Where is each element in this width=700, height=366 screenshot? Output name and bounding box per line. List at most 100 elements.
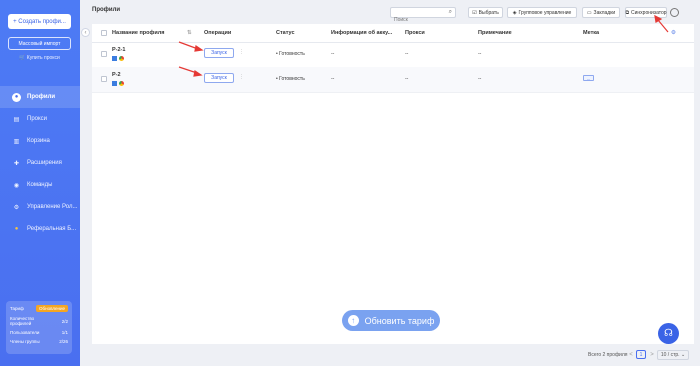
- chrome-icon: [119, 56, 124, 61]
- group-management-button[interactable]: ◈ Групповое управление: [507, 7, 577, 18]
- sidebar-item-label: Профили: [27, 94, 56, 100]
- sidebar-item-label: Расширения: [27, 160, 62, 166]
- bookmark-icon: ▭: [586, 9, 592, 16]
- chevron-down-icon: ⌄: [680, 352, 686, 358]
- extensions-icon: ✚: [13, 160, 20, 167]
- page-title: Профили: [92, 7, 121, 13]
- profiles-table: Название профиля ⇅ Операции Статус Инфор…: [92, 24, 694, 344]
- chrome-icon: [119, 81, 124, 86]
- plan-row-value: 1/1: [61, 330, 68, 335]
- account-info: --: [331, 51, 335, 57]
- select-all-checkbox[interactable]: [101, 30, 107, 36]
- upgrade-badge[interactable]: Обновление: [36, 305, 68, 312]
- sidebar-item-trash[interactable]: ▥ Корзина: [0, 130, 80, 152]
- buy-proxy-link[interactable]: 🛒 Купить прокси: [8, 55, 71, 61]
- table-row[interactable]: P-2 Запуск ⋮ • Готовность -- -- -- --: [92, 67, 694, 93]
- windows-icon: [112, 81, 117, 86]
- sidebar-nav: ● Профили ▤ Прокси ▥ Корзина ✚ Расширени…: [0, 86, 80, 240]
- status-text: Готовность: [279, 51, 305, 57]
- upgrade-plan-button[interactable]: ↑ Обновить тариф: [342, 310, 440, 331]
- sidebar-item-team[interactable]: ◉ Команды: [0, 174, 80, 196]
- cart-icon: 🛒: [19, 55, 27, 61]
- sidebar-item-profiles[interactable]: ● Профили: [0, 86, 80, 108]
- status: • Готовность: [276, 51, 305, 57]
- check-icon: ☑: [472, 9, 477, 16]
- support-headset-icon[interactable]: ☊: [658, 323, 679, 344]
- total-count: Всего 2 профиля: [588, 352, 628, 358]
- proxy-value: --: [405, 76, 409, 82]
- platform-icons: [112, 56, 124, 61]
- create-profile-button[interactable]: + Создать профи...: [8, 14, 71, 29]
- profiles-icon: ●: [12, 92, 21, 102]
- account-info: --: [331, 76, 335, 82]
- select-button[interactable]: ☑ Выбрать: [468, 7, 503, 18]
- plan-row-label: Количество профилей: [10, 316, 35, 326]
- sidebar-item-label: Реферальная Б...: [27, 226, 77, 232]
- next-page-button[interactable]: >: [648, 350, 656, 360]
- note-value: --: [478, 51, 482, 57]
- plan-box: Тариф Обновление Количество профилей 2/2…: [6, 301, 72, 354]
- proxy-value: --: [405, 51, 409, 57]
- sidebar-item-label: Команды: [27, 182, 53, 188]
- sidebar-item-extensions[interactable]: ✚ Расширения: [0, 152, 80, 174]
- launch-button[interactable]: Запуск: [204, 73, 234, 83]
- per-page-select[interactable]: 10 / стр. ⌄: [657, 350, 689, 360]
- status-text: Готовность: [279, 76, 305, 82]
- plan-row-label: Члены группы: [10, 339, 40, 344]
- trash-icon: ▥: [13, 138, 20, 145]
- tag-badge[interactable]: --: [583, 75, 594, 81]
- column-header-operations: Операции: [204, 30, 232, 36]
- synchronizer-button[interactable]: ⧉ Синхронизатор: [625, 7, 667, 18]
- column-header-account: Информация об акку...: [331, 30, 393, 36]
- plan-row-label: Пользователи: [10, 330, 40, 335]
- row-checkbox[interactable]: [101, 51, 107, 57]
- team-icon: ◉: [13, 182, 20, 189]
- table-row[interactable]: P-2-1 Запуск ⋮ • Готовность -- -- --: [92, 42, 694, 68]
- bookmarks-button[interactable]: ▭ Закладки: [582, 7, 620, 18]
- current-page-button[interactable]: 1: [636, 350, 646, 359]
- pagination: Всего 2 профиля < 1 > 10 / стр. ⌄: [92, 347, 694, 363]
- referral-icon: ●: [14, 226, 19, 232]
- search-box[interactable]: ⌕: [390, 7, 456, 24]
- column-header-status: Статус: [276, 30, 295, 36]
- header: Профили ⌕ ☑Выбрать ◈Групповое управление…: [92, 4, 694, 24]
- more-icon[interactable]: ⋮: [239, 49, 244, 55]
- refresh-icon[interactable]: [670, 8, 679, 17]
- bookmarks-label: Закладки: [593, 9, 616, 16]
- note-value: --: [478, 76, 482, 82]
- bulk-import-label: Массовый импорт: [18, 40, 61, 47]
- profile-name[interactable]: P-2-1: [112, 47, 125, 53]
- column-header-name[interactable]: Название профиля: [112, 30, 164, 36]
- plan-label: Тариф: [10, 306, 24, 311]
- row-checkbox[interactable]: [101, 76, 107, 82]
- sidebar-item-label: Корзина: [27, 138, 50, 144]
- more-icon[interactable]: ⋮: [239, 74, 244, 80]
- buy-proxy-label: Купить прокси: [26, 55, 60, 61]
- sidebar-item-proxy[interactable]: ▤ Прокси: [0, 108, 80, 130]
- sidebar-item-referral[interactable]: ● Реферальная Б...: [0, 218, 80, 240]
- sidebar-item-roles[interactable]: ⚙ Управление Рол...: [0, 196, 80, 218]
- status: • Готовность: [276, 76, 305, 82]
- search-icon[interactable]: ⌕: [449, 9, 452, 16]
- sidebar-item-label: Управление Рол...: [27, 204, 78, 210]
- synchronizer-label: Синхронизатор: [631, 9, 667, 16]
- launch-button[interactable]: Запуск: [204, 48, 234, 58]
- roles-icon: ⚙: [13, 204, 20, 211]
- plan-row-value: 2/2: [61, 318, 68, 324]
- profile-name[interactable]: P-2: [112, 72, 121, 78]
- sidebar: + Создать профи... Массовый импорт 🛒 Куп…: [0, 0, 80, 366]
- column-header-tag: Метка: [583, 30, 600, 36]
- per-page-value: 10 / стр.: [660, 352, 680, 358]
- sort-icon[interactable]: ⇅: [187, 30, 192, 36]
- search-input[interactable]: [391, 16, 449, 24]
- sync-icon: ⧉: [625, 9, 630, 16]
- proxy-icon: ▤: [13, 116, 20, 123]
- prev-page-button[interactable]: <: [627, 350, 635, 360]
- sidebar-item-label: Прокси: [27, 116, 48, 122]
- collapse-sidebar-icon[interactable]: ‹: [81, 28, 90, 37]
- plan-row-value: 2/26: [59, 339, 68, 344]
- column-settings-icon[interactable]: ⚙: [671, 30, 676, 36]
- layers-icon: ◈: [512, 9, 517, 16]
- arrow-up-icon: ↑: [347, 315, 359, 326]
- bulk-import-button[interactable]: Массовый импорт: [8, 37, 71, 50]
